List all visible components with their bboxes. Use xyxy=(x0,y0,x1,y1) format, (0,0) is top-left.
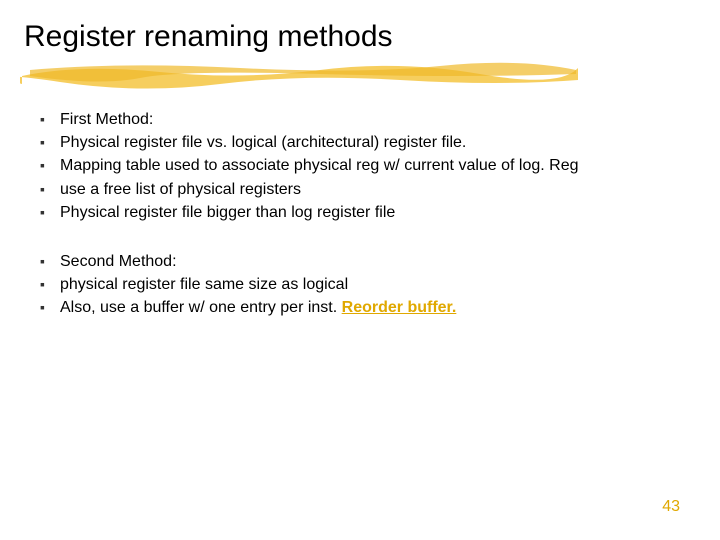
bullet-icon: ▪ xyxy=(40,154,60,176)
reorder-buffer-link[interactable]: Reorder buffer. xyxy=(342,299,457,316)
bullet-text: Second Method: xyxy=(60,250,690,273)
title-underline-brush xyxy=(20,58,580,90)
bullet-text-with-link: Also, use a buffer w/ one entry per inst… xyxy=(60,296,690,319)
list-item: ▪ Also, use a buffer w/ one entry per in… xyxy=(40,296,690,319)
list-item: ▪ Second Method: xyxy=(40,250,690,273)
bullet-icon: ▪ xyxy=(40,201,60,223)
bullet-text: Physical register file vs. logical (arch… xyxy=(60,131,690,154)
bullet-icon: ▪ xyxy=(40,250,60,272)
page-number: 43 xyxy=(662,498,680,516)
page-title: Register renaming methods xyxy=(24,20,690,54)
list-item: ▪ physical register file same size as lo… xyxy=(40,273,690,296)
bullet-group-first-method: ▪ First Method: ▪ Physical register file… xyxy=(40,108,690,224)
bullet-icon: ▪ xyxy=(40,178,60,200)
bullet-icon: ▪ xyxy=(40,108,60,130)
list-item: ▪ First Method: xyxy=(40,108,690,131)
list-item: ▪ use a free list of physical registers xyxy=(40,178,690,201)
bullet-text: use a free list of physical registers xyxy=(60,178,690,201)
bullet-icon: ▪ xyxy=(40,131,60,153)
bullet-icon: ▪ xyxy=(40,296,60,318)
bullet-text: First Method: xyxy=(60,108,690,131)
list-item: ▪ Physical register file vs. logical (ar… xyxy=(40,131,690,154)
bullet-text: physical register file same size as logi… xyxy=(60,273,690,296)
slide-container: Register renaming methods ▪ First Method… xyxy=(0,0,720,540)
bullet-icon: ▪ xyxy=(40,273,60,295)
list-item: ▪ Physical register file bigger than log… xyxy=(40,201,690,224)
bullet-text: Mapping table used to associate physical… xyxy=(60,154,690,177)
bullet-text: Physical register file bigger than log r… xyxy=(60,201,690,224)
list-item: ▪ Mapping table used to associate physic… xyxy=(40,154,690,177)
bullet-text-prefix: Also, use a buffer w/ one entry per inst… xyxy=(60,299,342,316)
bullet-group-second-method: ▪ Second Method: ▪ physical register fil… xyxy=(40,250,690,320)
slide-content: ▪ First Method: ▪ Physical register file… xyxy=(30,108,690,320)
